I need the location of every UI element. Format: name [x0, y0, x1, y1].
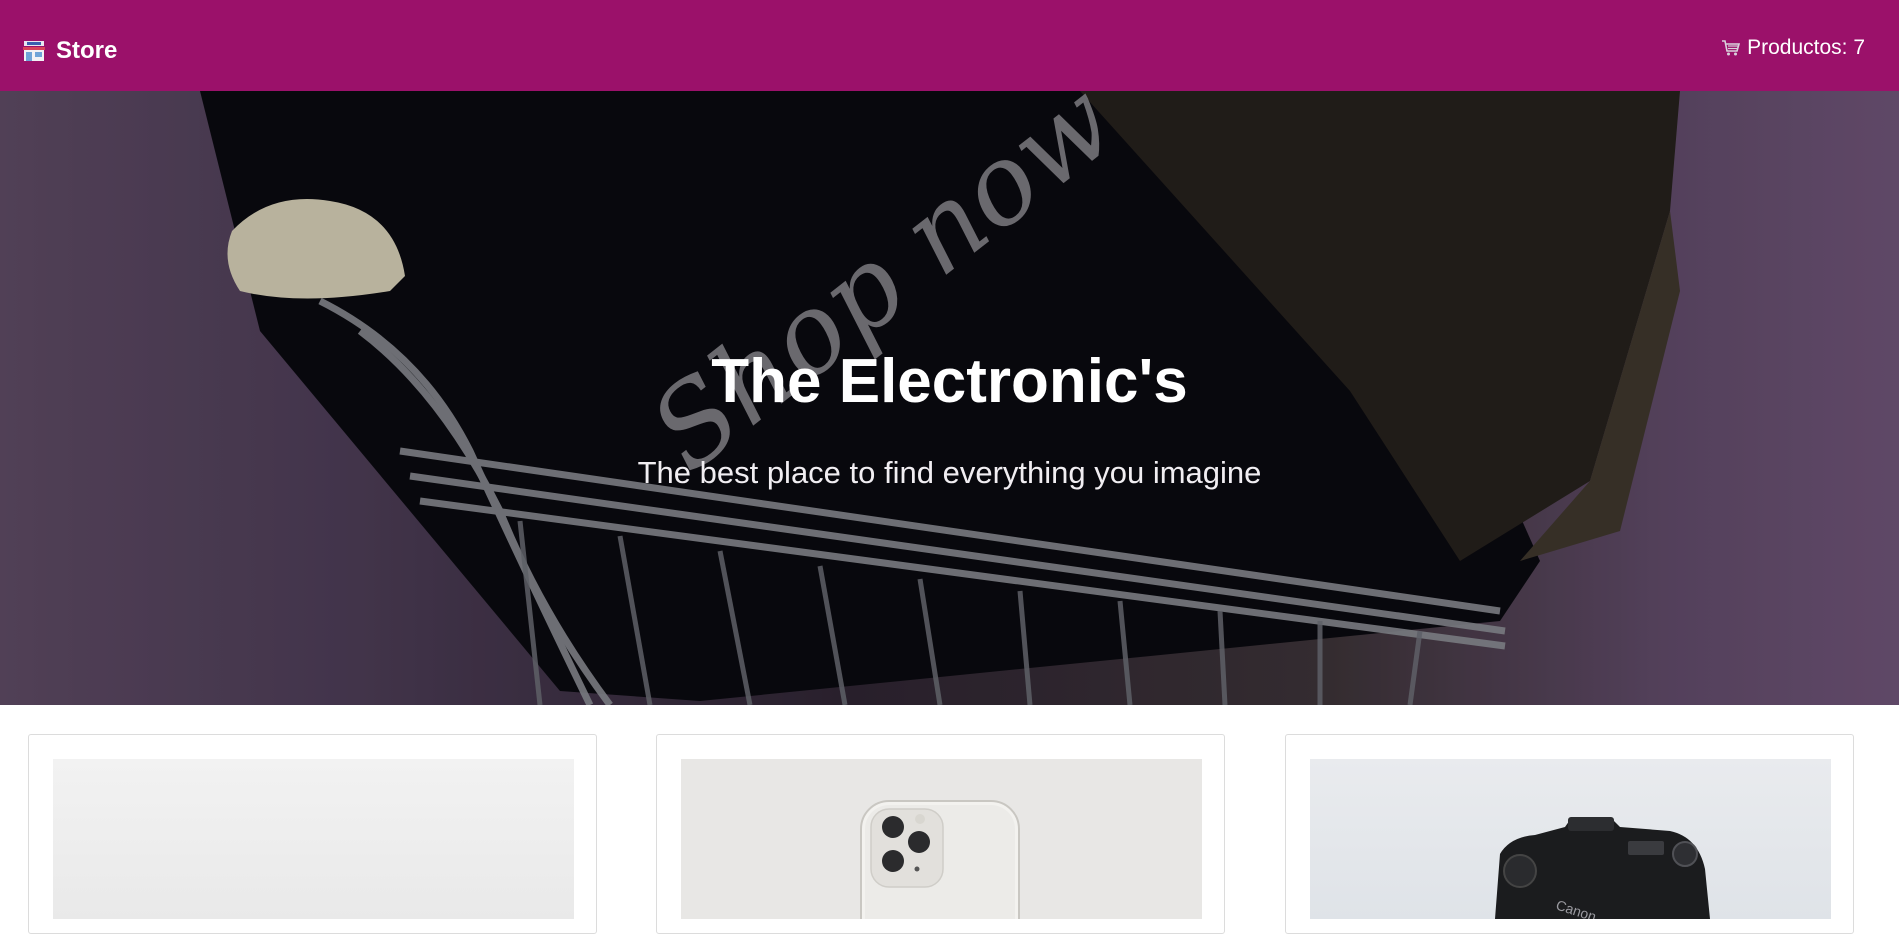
store-icon [22, 40, 46, 62]
product-card[interactable] [656, 734, 1225, 934]
cart-count-label: Productos: 7 [1747, 35, 1865, 59]
product-card[interactable] [28, 734, 597, 934]
brand-name: Store [56, 36, 118, 64]
top-navbar: Store Productos: 7 [0, 0, 1899, 91]
hero-title: The Electronic's [711, 347, 1188, 416]
hero-banner: Shop now The Electronic's The best place… [0, 91, 1899, 705]
canon-camera-image: Canon [1310, 759, 1831, 919]
cart-icon [1721, 39, 1741, 57]
product-grid: Canon [0, 705, 1899, 934]
iphone-image [681, 759, 1202, 919]
hero-subtitle: The best place to find everything you im… [637, 455, 1262, 490]
brand-link[interactable]: Store [22, 37, 117, 65]
product-card[interactable]: Canon [1285, 734, 1854, 934]
cart-counter[interactable]: Productos: 7 [1721, 36, 1865, 60]
product-image-light [53, 759, 574, 919]
